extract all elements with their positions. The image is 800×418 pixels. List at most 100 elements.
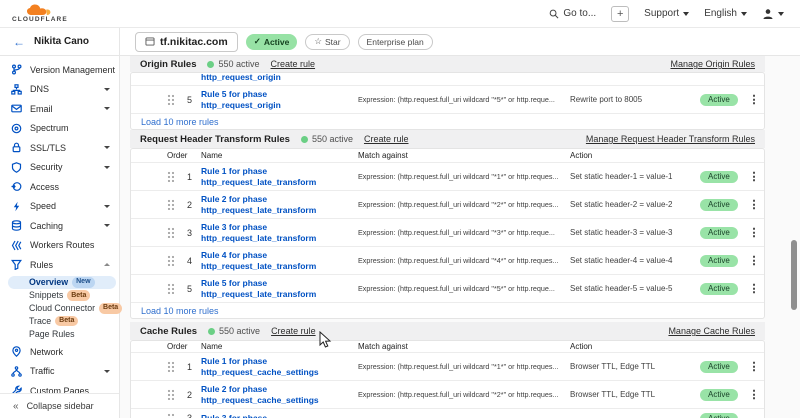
row-menu-button[interactable]: ⋮ bbox=[749, 282, 760, 295]
chevron-down-icon bbox=[778, 12, 784, 16]
rule-name-link[interactable]: Rule 2 for phase http_request_late_trans… bbox=[201, 194, 358, 216]
table-row[interactable]: 1 Rule 1 for phase http_request_late_tra… bbox=[131, 163, 764, 191]
sidebar-item-rules-page-rules[interactable]: Page Rules bbox=[0, 327, 119, 340]
language-menu[interactable]: English bbox=[704, 8, 747, 19]
sidebar-item-traffic[interactable]: Traffic bbox=[0, 362, 119, 382]
sidebar-item-speed[interactable]: Speed bbox=[0, 197, 119, 217]
row-menu-button[interactable]: ⋮ bbox=[749, 198, 760, 211]
action-cell: Browser TTL, Edge TTL bbox=[570, 390, 700, 399]
active-status-badge: Active bbox=[700, 361, 738, 373]
table-row[interactable]: 5 Rule 5 for phase http_request_origin E… bbox=[131, 86, 764, 114]
request-header-transform-rules-header: Request Header Transform Rules 550 activ… bbox=[130, 130, 765, 148]
load-more-link[interactable]: Load 10 more rules bbox=[131, 114, 764, 130]
column-match-against: Match against bbox=[358, 151, 570, 160]
manage-cache-rules-link[interactable]: Manage Cache Rules bbox=[668, 326, 755, 336]
table-row[interactable]: 3 Rule 3 for phase http_request_late_tra… bbox=[131, 219, 764, 247]
vertical-scrollbar[interactable] bbox=[791, 240, 797, 310]
account-switcher[interactable]: ← Nikita Cano bbox=[0, 28, 120, 55]
rule-name-line2: http_request_cache_settings bbox=[201, 367, 319, 377]
domain-selector[interactable]: tf.nikitac.com bbox=[135, 32, 238, 52]
row-menu-button[interactable]: ⋮ bbox=[749, 93, 760, 106]
manage-origin-rules-link[interactable]: Manage Origin Rules bbox=[670, 59, 755, 69]
sidebar-item-workers-routes[interactable]: Workers Routes bbox=[0, 236, 119, 256]
row-menu-button[interactable]: ⋮ bbox=[749, 360, 760, 373]
table-row-partial[interactable]: 3 Rule 3 for phase Active bbox=[131, 409, 764, 418]
drag-handle[interactable] bbox=[167, 255, 174, 266]
email-icon bbox=[11, 103, 22, 114]
sidebar-item-rules-cloud-connector[interactable]: Cloud Connector Beta bbox=[0, 302, 119, 315]
domain-status-badge: ✓ Active bbox=[246, 34, 298, 50]
add-site-button[interactable]: + bbox=[611, 6, 629, 22]
table-row-partial[interactable]: http_request_origin bbox=[131, 73, 764, 86]
status-dot-icon bbox=[208, 328, 215, 335]
sidebar-item-rules-trace[interactable]: Trace Beta bbox=[0, 315, 119, 328]
sidebar-item-rules-snippets[interactable]: Snippets Beta bbox=[0, 289, 119, 302]
table-row[interactable]: 2 Rule 2 for phase http_request_late_tra… bbox=[131, 191, 764, 219]
table-row[interactable]: 2 Rule 2 for phase http_request_cache_se… bbox=[131, 381, 764, 409]
sidebar-item-email[interactable]: Email bbox=[0, 99, 119, 119]
create-rule-link[interactable]: Create rule bbox=[364, 134, 409, 144]
sidebar-item-security[interactable]: Security bbox=[0, 158, 119, 178]
drag-handle[interactable] bbox=[167, 413, 174, 418]
rule-name-line2: http_request_late_transform bbox=[201, 261, 316, 271]
table-row[interactable]: 1 Rule 1 for phase http_request_cache_se… bbox=[131, 353, 764, 381]
database-icon bbox=[11, 220, 22, 231]
back-arrow-icon[interactable]: ← bbox=[13, 36, 25, 48]
rule-name-link[interactable]: Rule 5 for phase http_request_late_trans… bbox=[201, 278, 358, 300]
sidebar-label: Email bbox=[30, 104, 53, 114]
load-more-label: Load 10 more rules bbox=[141, 306, 219, 316]
sidebar-item-dns[interactable]: DNS bbox=[0, 80, 119, 100]
drag-handle[interactable] bbox=[167, 199, 174, 210]
sidebar-item-rules-overview[interactable]: Overview New bbox=[8, 276, 116, 290]
sidebar-item-network[interactable]: Network bbox=[0, 342, 119, 362]
active-count: 550 active bbox=[208, 326, 260, 336]
drag-handle[interactable] bbox=[167, 283, 174, 294]
row-menu-button[interactable]: ⋮ bbox=[749, 170, 760, 183]
table-row[interactable]: 5 Rule 5 for phase http_request_late_tra… bbox=[131, 275, 764, 303]
match-cell: Expression: (http.request.full_uri wildc… bbox=[358, 284, 570, 293]
global-search[interactable]: Go to... bbox=[549, 8, 596, 19]
create-rule-link[interactable]: Create rule bbox=[271, 326, 316, 336]
load-more-link[interactable]: Load 10 more rules bbox=[131, 303, 764, 319]
rule-name-link[interactable]: Rule 2 for phase http_request_cache_sett… bbox=[201, 384, 358, 406]
active-status-badge: Active bbox=[700, 283, 738, 295]
rule-name-link[interactable]: Rule 5 for phase http_request_origin bbox=[201, 89, 358, 111]
active-status-badge: Active bbox=[700, 199, 738, 211]
drag-handle[interactable] bbox=[167, 227, 174, 238]
rule-name-link[interactable]: Rule 3 for phase http_request_late_trans… bbox=[201, 222, 358, 244]
action-cell: Set static header-2 = value-2 bbox=[570, 200, 700, 209]
star-icon: ☆ bbox=[314, 36, 322, 47]
create-rule-link[interactable]: Create rule bbox=[271, 59, 316, 69]
star-button[interactable]: ☆ Star bbox=[305, 34, 349, 50]
rule-name-link[interactable]: http_request_origin bbox=[201, 73, 281, 82]
drag-handle[interactable] bbox=[167, 361, 174, 372]
cloudflare-logo[interactable]: CLOUDFLARE bbox=[12, 4, 68, 24]
drag-handle[interactable] bbox=[167, 389, 174, 400]
support-menu[interactable]: Support bbox=[644, 8, 689, 19]
action-cell: Rewrite port to 8005 bbox=[570, 95, 700, 104]
sidebar-item-rules[interactable]: Rules bbox=[0, 255, 119, 275]
sidebar-item-ssl-tls[interactable]: SSL/TLS bbox=[0, 138, 119, 158]
order-cell: 1 bbox=[187, 172, 201, 182]
row-menu-button[interactable]: ⋮ bbox=[749, 226, 760, 239]
sidebar-item-version-management[interactable]: Version Management bbox=[0, 60, 119, 80]
row-menu-button[interactable]: ⋮ bbox=[749, 254, 760, 267]
table-column-headers: Order Name Match against Action bbox=[131, 149, 764, 163]
collapse-sidebar-button[interactable]: « Collapse sidebar bbox=[0, 393, 119, 418]
rule-name-link[interactable]: Rule 3 for phase bbox=[201, 413, 358, 418]
sidebar-item-access[interactable]: Access bbox=[0, 177, 119, 197]
order-cell: 4 bbox=[187, 256, 201, 266]
rule-name-link[interactable]: Rule 1 for phase http_request_cache_sett… bbox=[201, 356, 358, 378]
spectrum-icon bbox=[11, 123, 22, 134]
sidebar-item-spectrum[interactable]: Spectrum bbox=[0, 119, 119, 139]
drag-handle[interactable] bbox=[167, 171, 174, 182]
row-menu-button[interactable]: ⋮ bbox=[749, 388, 760, 401]
rule-name-link[interactable]: Rule 1 for phase http_request_late_trans… bbox=[201, 166, 358, 188]
cloudflare-cloud-icon bbox=[26, 4, 54, 16]
drag-handle[interactable] bbox=[167, 94, 174, 105]
manage-request-header-transform-rules-link[interactable]: Manage Request Header Transform Rules bbox=[586, 134, 755, 144]
sidebar-item-caching[interactable]: Caching bbox=[0, 216, 119, 236]
user-menu[interactable] bbox=[762, 8, 784, 20]
rule-name-link[interactable]: Rule 4 for phase http_request_late_trans… bbox=[201, 250, 358, 272]
table-row[interactable]: 4 Rule 4 for phase http_request_late_tra… bbox=[131, 247, 764, 275]
